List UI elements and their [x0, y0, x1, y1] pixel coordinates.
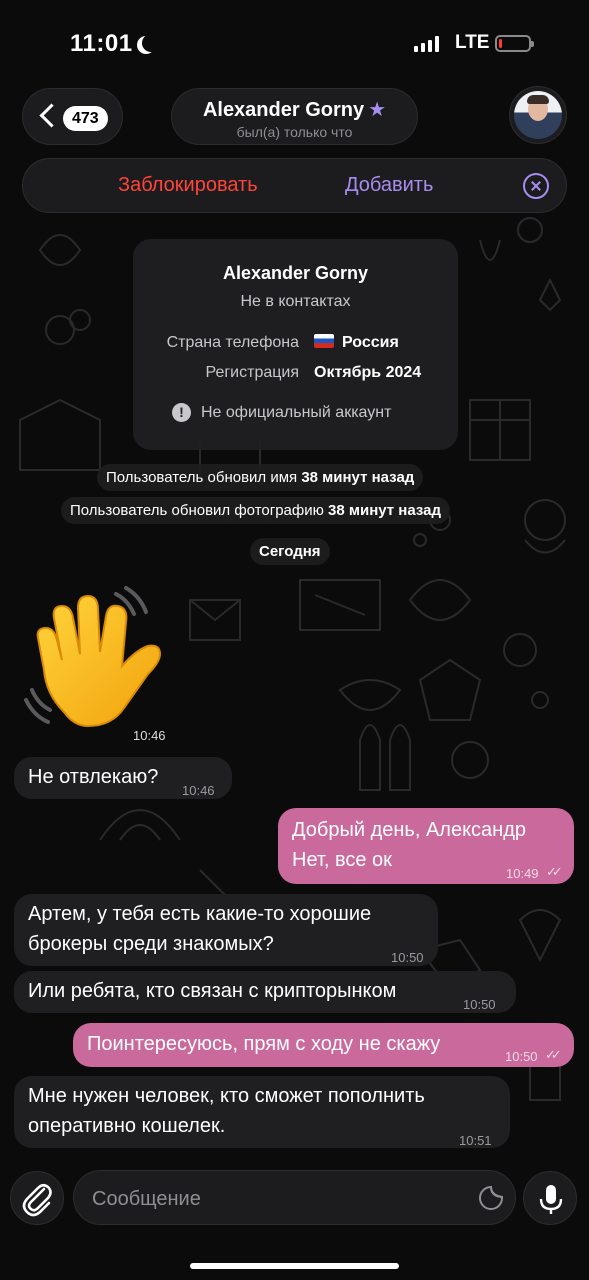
phone-country-value: Россия [314, 334, 399, 352]
message-input[interactable] [90, 1181, 464, 1217]
contact-info-card: Alexander Gorny Не в контактах Страна те… [133, 239, 458, 450]
message-text-line: Артем, у тебя есть какие-то хорошие [28, 903, 372, 925]
add-contact-button[interactable]: Добавить [345, 174, 433, 197]
attach-button[interactable] [10, 1171, 64, 1225]
phone-country-label: Страна телефона [166, 334, 299, 351]
date-divider: Сегодня [250, 538, 330, 565]
status-time: 11:01 [70, 30, 133, 57]
message-text: Или ребята, кто связан с крипторынком [28, 980, 397, 1002]
registration-label: Регистрация [205, 364, 299, 381]
avatar-button[interactable] [509, 86, 567, 144]
unread-badge: 473 [63, 106, 108, 131]
sticker-time: 10:46 [133, 728, 166, 743]
message-text: Поинтересуюсь, прям с ходу не скажу [87, 1033, 441, 1055]
chat-header: 473 Alexander Gorny ★ был(а) только что [0, 86, 589, 146]
message-time: 10:49 [506, 866, 539, 881]
message-time: 10:50 [463, 997, 496, 1012]
contact-name: Alexander Gorny [202, 99, 365, 121]
moon-icon [142, 34, 160, 52]
battery-icon [495, 35, 534, 52]
service-name-update: Пользователь обновил имя 38 минут назад [97, 464, 424, 491]
paperclip-icon [22, 1183, 52, 1217]
home-indicator [190, 1263, 399, 1269]
message-input-wrap [73, 1170, 516, 1225]
block-button[interactable]: Заблокировать [118, 174, 258, 197]
message-text-line: Мне нужен человек, кто сможет пополнить [28, 1085, 425, 1107]
service-photo-update: Пользователь обновил фотографию 38 минут… [61, 497, 451, 524]
last-seen-status: был(а) только что [236, 124, 353, 140]
message-composer [0, 1170, 589, 1225]
message-outgoing[interactable]: Добрый день, Александр Нет, все ок 10:49… [278, 808, 574, 884]
message-text-line: брокеры среди знакомых? [28, 933, 274, 955]
contact-action-bar: Заблокировать Добавить [22, 158, 567, 213]
status-bar: 11:01 LTE [0, 28, 589, 62]
read-check-icon: ✓✓ [546, 864, 563, 879]
message-incoming[interactable]: Артем, у тебя есть какие-то хорошие брок… [14, 894, 438, 966]
read-check-icon: ✓✓ [545, 1047, 562, 1062]
close-icon[interactable] [523, 173, 549, 199]
message-time: 10:50 [391, 950, 424, 965]
message-incoming[interactable]: Мне нужен человек, кто сможет пополнить … [14, 1076, 510, 1148]
message-incoming[interactable]: Не отвлекаю? 10:46 [14, 757, 232, 799]
message-text-line: Добрый день, Александр [292, 819, 527, 841]
battery-level [499, 39, 502, 48]
contact-title[interactable]: Alexander Gorny ★ был(а) только что [171, 88, 418, 145]
message-time: 10:46 [182, 783, 215, 798]
russia-flag-icon [314, 334, 334, 348]
chevron-left-icon [39, 103, 64, 128]
message-text-line: Нет, все ок [292, 849, 392, 871]
microphone-icon [539, 1185, 563, 1214]
microphone-button[interactable] [523, 1171, 577, 1225]
info-name: Alexander Gorny [222, 263, 369, 283]
message-text: Не отвлекаю? [28, 766, 159, 788]
back-button[interactable]: 473 [22, 88, 123, 145]
message-time: 10:51 [459, 1133, 492, 1148]
signal-icon [414, 36, 439, 52]
waving-hand-sticker[interactable] [24, 582, 184, 742]
registration-value: Октябрь 2024 [314, 364, 422, 381]
premium-star-icon: ★ [368, 99, 387, 121]
message-incoming[interactable]: Или ребята, кто связан с крипторынком 10… [14, 971, 516, 1013]
network-type: LTE [455, 32, 490, 53]
message-outgoing[interactable]: Поинтересуюсь, прям с ходу не скажу 10:5… [73, 1023, 574, 1067]
unofficial-warning: Не официальный аккаунт [201, 404, 392, 421]
avatar [514, 91, 562, 139]
info-subtitle: Не в контактах [240, 293, 351, 310]
message-text-line: оперативно кошелек. [28, 1115, 226, 1137]
sticker-icon[interactable] [478, 1185, 504, 1211]
message-time: 10:50 [505, 1049, 538, 1064]
warning-icon: ! [172, 403, 191, 422]
